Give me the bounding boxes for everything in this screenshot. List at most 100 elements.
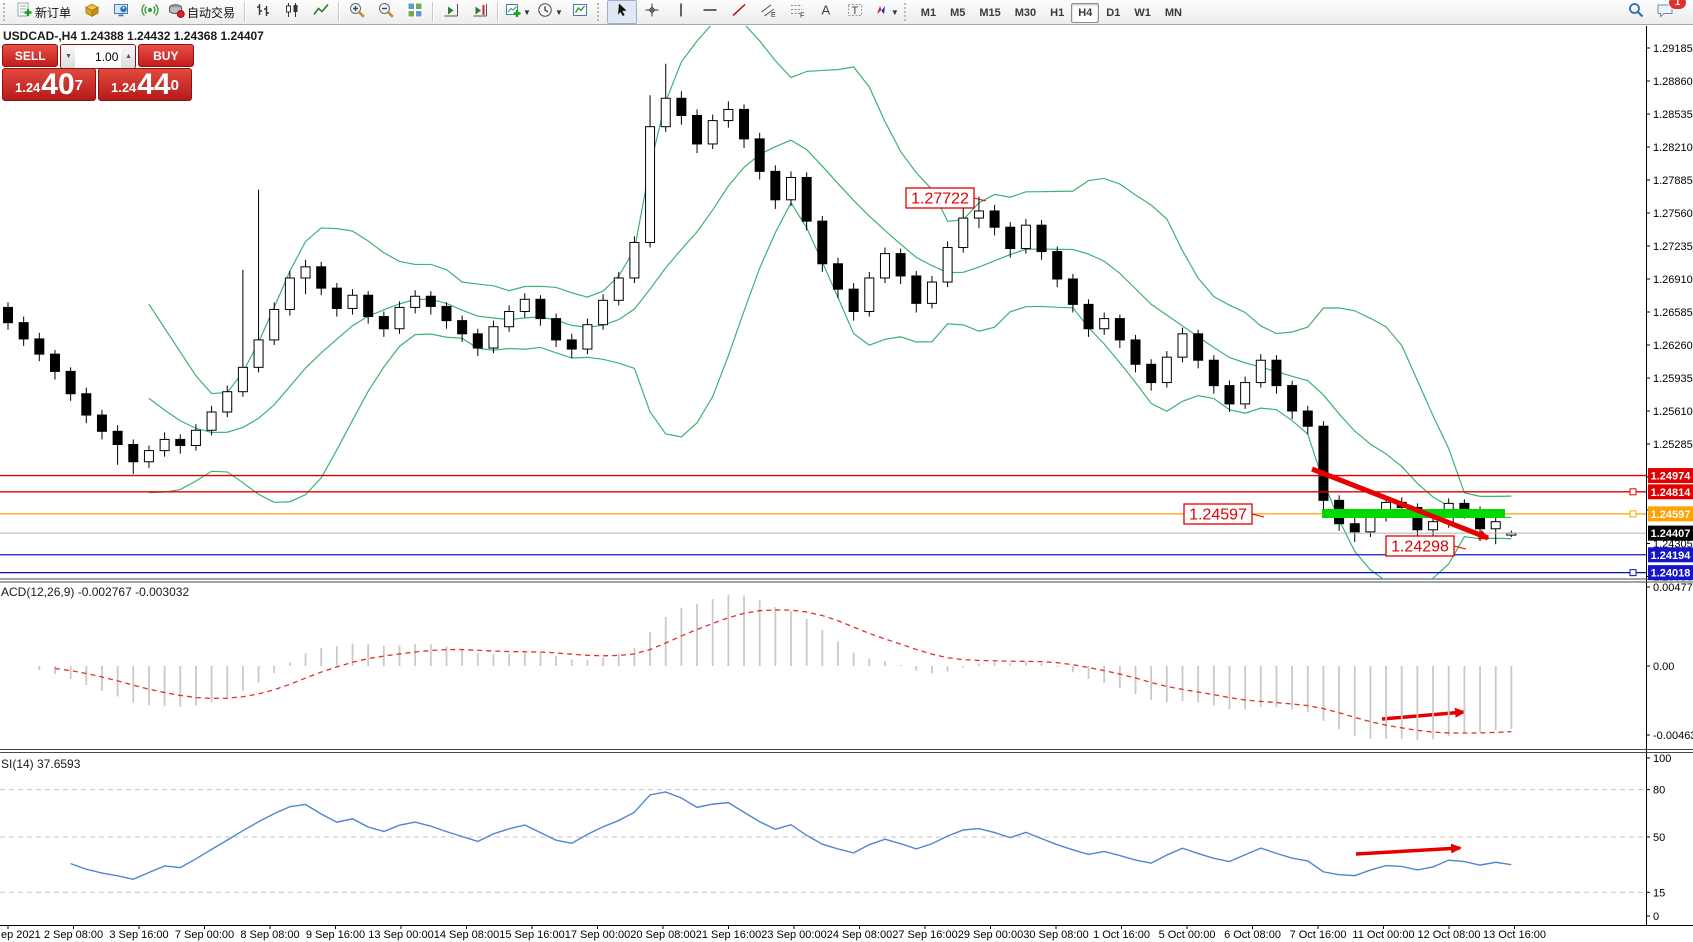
candle-body bbox=[301, 267, 310, 278]
candle-body bbox=[567, 340, 576, 349]
svg-text:1.24407: 1.24407 bbox=[1651, 528, 1691, 540]
candle-body bbox=[1272, 360, 1281, 385]
candle-body bbox=[724, 109, 733, 120]
candle-body bbox=[974, 211, 983, 218]
time-axis-label: 8 Sep 08:00 bbox=[240, 929, 299, 941]
candle-body bbox=[1162, 357, 1171, 382]
candle-body bbox=[552, 319, 561, 340]
price-axis-tick: 1.26585 bbox=[1653, 307, 1693, 319]
time-axis-label: 2 Sep 08:00 bbox=[44, 929, 103, 941]
candle-body bbox=[113, 431, 122, 444]
volume-input[interactable] bbox=[75, 45, 121, 68]
candle-body bbox=[285, 278, 294, 309]
candle-body bbox=[1053, 252, 1062, 279]
line-handle[interactable] bbox=[1630, 511, 1636, 517]
buy-price-display[interactable]: 1.24 44 0 bbox=[98, 68, 192, 101]
candle-body bbox=[144, 451, 153, 462]
rsi-plot[interactable] bbox=[71, 792, 1512, 879]
time-axis-label: 3 Sep 16:00 bbox=[109, 929, 168, 941]
candle-body bbox=[395, 307, 404, 328]
candle-body bbox=[97, 415, 106, 431]
candle-body bbox=[82, 394, 91, 415]
bollinger-band-line bbox=[149, 140, 1511, 517]
buy-price-big: 44 bbox=[137, 71, 170, 100]
sell-button[interactable]: SELL bbox=[2, 44, 58, 67]
sell-price-display[interactable]: 1.24 40 7 bbox=[2, 68, 96, 101]
candle-body bbox=[1319, 426, 1328, 500]
candle-body bbox=[458, 321, 467, 334]
candle-body bbox=[912, 276, 921, 303]
time-axis-label: 5 Oct 00:00 bbox=[1159, 929, 1216, 941]
price-axis-tick: 1.28210 bbox=[1653, 142, 1693, 154]
price-annotation-text: 1.24597 bbox=[1189, 507, 1247, 524]
candle-body bbox=[1115, 319, 1124, 340]
sell-price-prefix: 1.24 bbox=[15, 78, 40, 99]
candle-body bbox=[959, 218, 968, 247]
line-handle[interactable] bbox=[1630, 489, 1636, 495]
candle-body bbox=[927, 282, 936, 303]
candle-body bbox=[771, 171, 780, 199]
price-axis-tick: 1.27235 bbox=[1653, 241, 1693, 253]
time-axis-label: 14 Sep 08:00 bbox=[434, 929, 499, 941]
macd-axis-tick: -0.004637 bbox=[1653, 730, 1693, 742]
candle-body bbox=[160, 439, 169, 450]
time-axis-label: 9 Sep 16:00 bbox=[306, 929, 365, 941]
one-click-trade-panel: SELL ▼ ▲ BUY 1.24 40 7 1.24 44 0 bbox=[2, 44, 194, 101]
candle-body bbox=[677, 98, 686, 115]
candle-body bbox=[661, 98, 670, 126]
candle-body bbox=[1068, 279, 1077, 304]
rsi-trend-arrow[interactable] bbox=[1356, 848, 1460, 854]
volume-increase-button[interactable]: ▲ bbox=[121, 45, 135, 68]
macd-trend-arrow[interactable] bbox=[1382, 712, 1464, 719]
candle-body bbox=[191, 430, 200, 445]
buy-button[interactable]: BUY bbox=[138, 44, 194, 67]
candle-body bbox=[254, 340, 263, 367]
time-axis-label: 17 Sep 00:00 bbox=[565, 929, 630, 941]
candle-body bbox=[583, 325, 592, 349]
candle-body bbox=[630, 242, 639, 278]
price-axis-tick: 1.25610 bbox=[1653, 406, 1693, 418]
time-axis-label: 13 Oct 16:00 bbox=[1483, 929, 1546, 941]
rsi-axis-tick: 15 bbox=[1653, 887, 1665, 899]
macd-plot[interactable] bbox=[39, 595, 1511, 740]
buy-price-sup: 0 bbox=[171, 69, 179, 102]
candle-body bbox=[1147, 364, 1156, 382]
rsi-indicator-label: SI(14) 37.6593 bbox=[1, 757, 80, 771]
candle-body bbox=[818, 221, 827, 264]
candle-body bbox=[411, 296, 420, 307]
candles-layer bbox=[4, 64, 1516, 544]
price-axis-tick: 1.28860 bbox=[1653, 76, 1693, 88]
chart-canvas[interactable]: 1.291851.288601.285351.282101.278851.275… bbox=[0, 0, 1693, 942]
candle-body bbox=[833, 264, 842, 289]
svg-text:1.24194: 1.24194 bbox=[1651, 550, 1692, 562]
candle-body bbox=[332, 288, 341, 308]
rsi-line bbox=[71, 792, 1512, 879]
candle-body bbox=[693, 116, 702, 144]
candle-body bbox=[614, 278, 623, 300]
candle-body bbox=[1021, 225, 1030, 248]
candle-body bbox=[865, 278, 874, 312]
time-axis-label: 30 Sep 08:00 bbox=[1023, 929, 1088, 941]
line-handle[interactable] bbox=[1630, 570, 1636, 576]
candle-body bbox=[536, 299, 545, 318]
rsi-axis-tick: 100 bbox=[1653, 753, 1671, 765]
price-axis-tick: 1.25285 bbox=[1653, 439, 1693, 451]
bollinger-band-line bbox=[149, 203, 1511, 588]
volume-decrease-button[interactable]: ▼ bbox=[61, 45, 75, 68]
chart-title: USDCAD-,H4 1.24388 1.24432 1.24368 1.244… bbox=[3, 29, 264, 43]
time-axis-label: 24 Sep 08:00 bbox=[827, 929, 892, 941]
svg-text:1.24814: 1.24814 bbox=[1651, 487, 1692, 499]
candle-body bbox=[442, 306, 451, 320]
candle-body bbox=[129, 445, 138, 462]
time-axis-label: 12 Oct 08:00 bbox=[1418, 929, 1481, 941]
svg-text:1.24018: 1.24018 bbox=[1651, 568, 1691, 580]
time-axis-label: 1 Oct 16:00 bbox=[1093, 929, 1150, 941]
candle-body bbox=[1241, 383, 1250, 404]
price-axis-tick: 1.29185 bbox=[1653, 43, 1693, 55]
candle-body bbox=[1209, 360, 1218, 385]
rsi-axis-tick: 50 bbox=[1653, 832, 1665, 844]
candle-body bbox=[1429, 522, 1438, 530]
candle-body bbox=[35, 339, 44, 354]
time-axis-label: 6 Oct 08:00 bbox=[1224, 929, 1281, 941]
candle-body bbox=[943, 248, 952, 283]
